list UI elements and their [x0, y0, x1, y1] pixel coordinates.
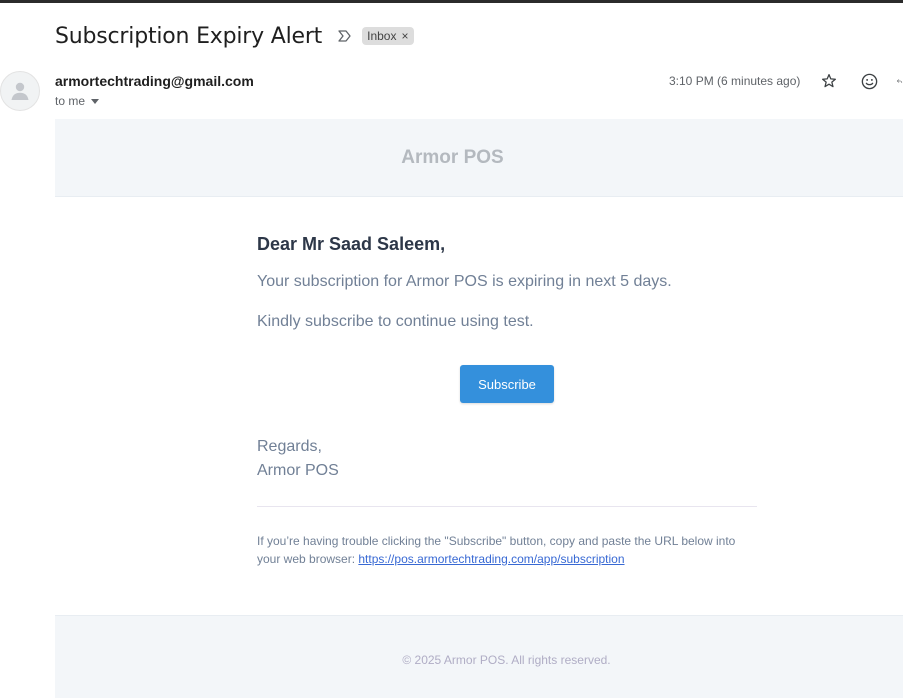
email-subcopy: If you’re having trouble clicking the "S…	[257, 532, 757, 568]
signature-text: Armor POS	[257, 462, 339, 479]
sender-avatar	[0, 71, 40, 111]
sender-address[interactable]: armortechtrading@gmail.com	[55, 73, 254, 89]
email-brand-title[interactable]: Armor POS	[0, 147, 903, 169]
email-subject: Subscription Expiry Alert	[55, 23, 323, 49]
subscription-url-link[interactable]: https://pos.armortechtrading.com/app/sub…	[358, 552, 624, 566]
inbox-label-text: Inbox	[367, 29, 397, 43]
recipient-line[interactable]: to me	[55, 94, 100, 108]
star-icon[interactable]	[819, 71, 839, 91]
email-greeting: Dear Mr Saad Saleem,	[257, 234, 446, 254]
recipient-details-chevron-icon[interactable]	[91, 98, 100, 104]
reply-icon[interactable]	[896, 71, 903, 91]
window-top-bar	[0, 0, 903, 3]
subject-row: Subscription Expiry Alert Inbox ×	[55, 22, 414, 50]
emoji-react-icon[interactable]	[859, 71, 879, 91]
email-footer-copyright: © 2025 Armor POS. All rights reserved.	[402, 653, 611, 667]
person-icon	[11, 82, 29, 100]
importance-marker-icon[interactable]	[336, 28, 352, 44]
subcopy-divider	[257, 506, 757, 507]
recipient-text: to me	[55, 94, 86, 108]
email-body-line-2: Kindly subscribe to continue using test.	[257, 313, 534, 330]
email-signoff: Regards, Armor POS	[257, 435, 339, 483]
inbox-label-chip: Inbox ×	[362, 27, 414, 45]
email-body-line-1: Your subscription for Armor POS is expir…	[257, 273, 672, 290]
message-timestamp: 3:10 PM (6 minutes ago)	[669, 74, 801, 88]
regards-text: Regards,	[257, 438, 322, 455]
remove-label-icon[interactable]: ×	[401, 29, 408, 43]
subscribe-button[interactable]: Subscribe	[460, 365, 554, 403]
